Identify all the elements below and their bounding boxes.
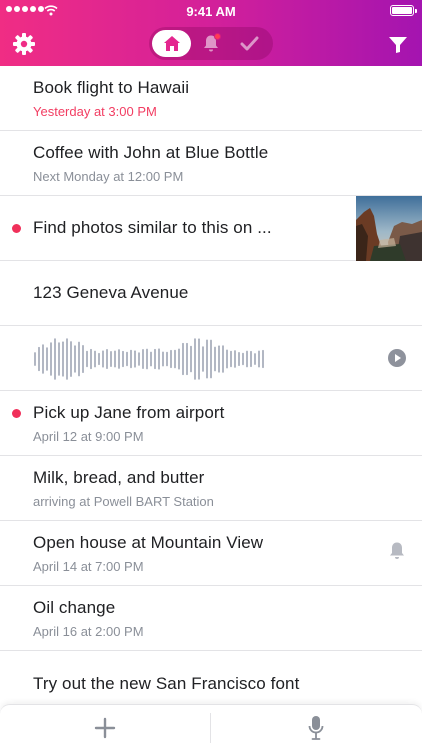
- status-time: 9:41 AM: [186, 4, 236, 19]
- item-title: Milk, bread, and butter: [33, 468, 205, 487]
- app-header: 9:41 AM: [0, 0, 422, 66]
- item-title: Oil change: [33, 598, 116, 617]
- list-item[interactable]: Milk, bread, and butter arriving at Powe…: [0, 456, 422, 521]
- item-title: Find photos similar to this on ...: [33, 218, 272, 237]
- item-title: 123 Geneva Avenue: [33, 283, 189, 302]
- tab-reminders[interactable]: [191, 30, 230, 57]
- microphone-icon[interactable]: [308, 715, 324, 741]
- unread-dot: [12, 224, 21, 233]
- gear-icon[interactable]: [12, 32, 36, 56]
- item-subtitle: Yesterday at 3:00 PM: [33, 104, 157, 119]
- list-item[interactable]: Oil change April 16 at 2:00 PM: [0, 586, 422, 651]
- item-subtitle: arriving at Powell BART Station: [33, 494, 214, 509]
- voice-note-item[interactable]: [0, 326, 422, 391]
- bell-icon: [390, 542, 404, 559]
- list-item[interactable]: Book flight to Hawaii Yesterday at 3:00 …: [0, 66, 422, 131]
- unread-dot: [12, 409, 21, 418]
- filter-icon[interactable]: [388, 36, 408, 54]
- list-item[interactable]: Coffee with John at Blue Bottle Next Mon…: [0, 131, 422, 196]
- status-bar: 9:41 AM: [0, 0, 422, 22]
- item-title: Book flight to Hawaii: [33, 78, 190, 97]
- plus-icon[interactable]: [94, 717, 116, 739]
- toolbar-divider: [210, 713, 211, 743]
- play-icon[interactable]: [388, 349, 406, 367]
- battery-icon: [390, 5, 417, 16]
- checkmark-icon: [240, 36, 259, 51]
- reminder-list: Book flight to Hawaii Yesterday at 3:00 …: [0, 66, 422, 716]
- item-subtitle: April 12 at 9:00 PM: [33, 429, 144, 444]
- tab-done[interactable]: [230, 30, 269, 57]
- item-title: Coffee with John at Blue Bottle: [33, 143, 269, 162]
- item-subtitle: April 14 at 7:00 PM: [33, 559, 144, 574]
- item-title: Pick up Jane from airport: [33, 403, 225, 422]
- view-switcher: [149, 27, 273, 60]
- bottom-toolbar: [0, 704, 422, 750]
- home-icon: [163, 36, 180, 51]
- list-item[interactable]: Pick up Jane from airport April 12 at 9:…: [0, 391, 422, 456]
- item-subtitle: Next Monday at 12:00 PM: [33, 169, 184, 184]
- item-title: Open house at Mountain View: [33, 533, 264, 552]
- photo-thumbnail[interactable]: [356, 196, 422, 261]
- item-title: Try out the new San Francisco font: [33, 674, 300, 693]
- audio-waveform: [34, 338, 264, 380]
- list-item[interactable]: Open house at Mountain View April 14 at …: [0, 521, 422, 586]
- list-item[interactable]: 123 Geneva Avenue: [0, 261, 422, 326]
- tab-home[interactable]: [152, 30, 191, 57]
- item-subtitle: April 16 at 2:00 PM: [33, 624, 144, 639]
- notification-badge: [214, 33, 221, 40]
- list-item[interactable]: Find photos similar to this on ...: [0, 196, 422, 261]
